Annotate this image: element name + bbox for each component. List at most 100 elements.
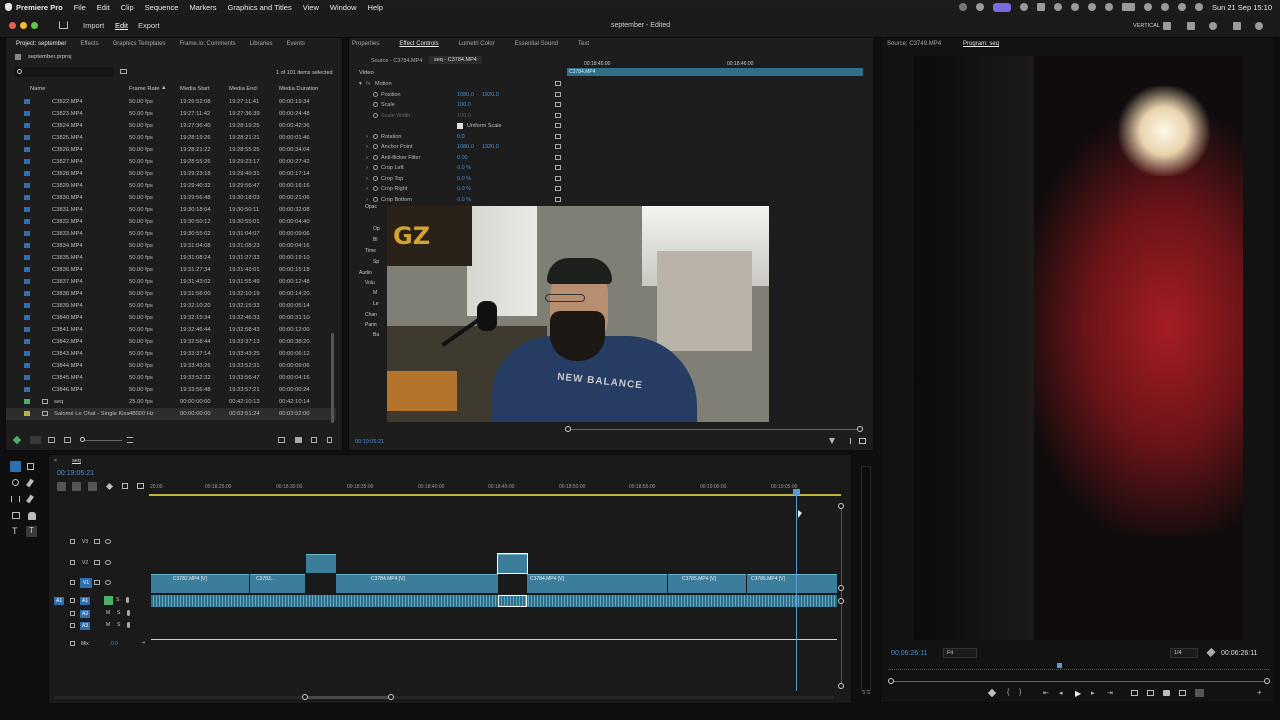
program-playhead-marker[interactable]	[1057, 663, 1062, 668]
nav-import[interactable]: Import	[83, 21, 104, 30]
param-value-1[interactable]: 0.0	[457, 134, 465, 140]
label-color-swatch[interactable]	[24, 135, 30, 140]
expand-chevron-icon[interactable]: ›	[366, 155, 368, 161]
label-color-swatch[interactable]	[24, 195, 30, 200]
reset-icon[interactable]	[555, 186, 561, 191]
label-color-swatch[interactable]	[24, 183, 30, 188]
param-value-1[interactable]: 0.0 %	[457, 176, 471, 182]
add-button-icon[interactable]: +	[1257, 688, 1262, 697]
camera-icon[interactable]	[1163, 690, 1170, 696]
clip-v1-6[interactable]: C3786.MP4 [V]	[747, 574, 837, 593]
mute-button[interactable]	[104, 596, 113, 605]
hand-tool-icon[interactable]	[28, 512, 36, 520]
speed-label[interactable]: Sp	[373, 259, 379, 265]
mark-out-icon[interactable]: }	[1019, 689, 1021, 696]
param-value-1[interactable]: 0.0 %	[457, 186, 471, 192]
play-button[interactable]: ▶	[1075, 689, 1081, 698]
project-row[interactable]: C3830.MP4 50.00 fps 19:29:56:48 19:30:18:03…	[6, 192, 336, 204]
filter-icon[interactable]	[829, 438, 835, 444]
lock-icon[interactable]	[70, 560, 75, 565]
track-v2-label[interactable]: V2	[82, 560, 88, 566]
caption-tool-icon[interactable]: T	[26, 526, 37, 537]
vscroll-handle-bottom[interactable]	[838, 683, 844, 689]
screen-share-icon[interactable]	[992, 2, 1011, 12]
close-button[interactable]	[9, 22, 16, 29]
display-icon[interactable]	[1036, 3, 1045, 11]
mute-button[interactable]: M	[106, 610, 110, 616]
track-v3-label[interactable]: V3	[82, 539, 88, 545]
lift-icon[interactable]	[1131, 690, 1138, 696]
level-label[interactable]: Le	[373, 301, 379, 307]
effect-param-row[interactable]: Position 1080.0 1920.0	[359, 90, 564, 101]
stopwatch-icon[interactable]	[373, 133, 378, 139]
zoom-slider-handle[interactable]	[80, 437, 85, 442]
settings-icon[interactable]	[1255, 22, 1263, 30]
tab-lumetri[interactable]: Lumetri Color	[459, 41, 495, 47]
reset-icon[interactable]	[555, 175, 561, 181]
project-row[interactable]: C3843.MP4 50.00 fps 19:33:37:14 19:33:43:25…	[6, 348, 336, 360]
source-scrub-in[interactable]	[565, 426, 571, 432]
label-color-swatch[interactable]	[24, 411, 30, 416]
label-color-swatch[interactable]	[24, 111, 30, 116]
col-media-duration[interactable]: Media Duration	[279, 86, 318, 92]
project-row[interactable]: C3838.MP4 50.00 fps 19:31:56:00 19:32:10:19…	[6, 288, 336, 300]
label-color-swatch[interactable]	[24, 315, 30, 320]
project-row[interactable]: seq 25.00 fps 00:00:00:00 00:42:10:13 00:42:…	[6, 396, 336, 408]
mute-label[interactable]: M	[373, 290, 377, 296]
playhead[interactable]	[796, 491, 797, 691]
col-frame-rate[interactable]: Frame Rate	[129, 86, 160, 92]
track-a2-label[interactable]: A2	[80, 610, 91, 618]
icon-view-icon[interactable]	[48, 437, 55, 443]
ec-timecode[interactable]: 00:19:05:21	[355, 439, 384, 445]
clip-v1-2[interactable]: C3783...	[250, 574, 305, 593]
program-video-frame[interactable]	[914, 56, 1243, 640]
eye-icon[interactable]	[105, 560, 111, 565]
label-color-swatch[interactable]	[24, 243, 30, 248]
export-frame-icon[interactable]	[859, 438, 866, 444]
source-clip-label[interactable]: Source - C3784.MP4	[371, 58, 422, 64]
hscroll-thumb[interactable]	[305, 696, 391, 699]
list-view-icon[interactable]	[30, 436, 41, 444]
label-color-swatch[interactable]	[24, 279, 30, 284]
fit-dropdown[interactable]: Fit	[943, 648, 977, 658]
effect-param-row[interactable]: Crop Bottom 0.0 % ›	[359, 195, 564, 206]
param-value-1[interactable]: 1080.0	[457, 144, 474, 150]
reset-icon[interactable]	[555, 112, 561, 118]
quick-export-icon[interactable]	[1209, 22, 1217, 30]
project-row[interactable]: Salomé Le Chat - Single Kiss 48000 Hz 00:0…	[6, 408, 336, 420]
step-forward-icon[interactable]: ▸	[1091, 689, 1095, 697]
project-row[interactable]: C3831.MP4 50.00 fps 19:30:18:04 19:30:50:11…	[6, 204, 336, 216]
lock-icon[interactable]	[70, 611, 75, 616]
clip-v1-1[interactable]: C3782.MP4 [V]	[151, 574, 249, 593]
project-row[interactable]: C3835.MP4 50.00 fps 19:31:08:24 19:31:27:33…	[6, 252, 336, 264]
expand-chevron-icon[interactable]: ›	[366, 144, 368, 150]
workspace-label[interactable]: VERTICAL	[1133, 23, 1160, 29]
wrench-icon[interactable]	[1206, 647, 1216, 658]
lock-icon[interactable]	[70, 580, 75, 585]
fullscreen-icon[interactable]	[1233, 22, 1241, 30]
mark-in-icon[interactable]: {	[1007, 689, 1009, 696]
project-row[interactable]: C3846.MP4 50.00 fps 19:33:56:48 19:33:57:21…	[6, 384, 336, 396]
safe-margins-icon[interactable]	[1195, 689, 1204, 697]
sort-icon[interactable]	[127, 437, 133, 443]
param-value-1[interactable]: 100.0	[457, 102, 471, 108]
snap-icon[interactable]	[72, 482, 81, 491]
tab-project[interactable]: Project: september	[16, 41, 66, 47]
stopwatch-icon[interactable]	[373, 196, 378, 202]
project-row[interactable]: C3823.MP4 50.00 fps 19:27:11:42 19:27:36:39…	[6, 108, 336, 120]
label-color-swatch[interactable]	[24, 231, 30, 236]
timeline-hscroll[interactable]	[54, 696, 834, 699]
selection-tool-icon[interactable]	[10, 461, 21, 472]
clip-v2-b[interactable]	[497, 553, 528, 574]
timeline-tab[interactable]: seq	[72, 458, 81, 464]
stopwatch-icon[interactable]	[373, 91, 378, 97]
lock-icon[interactable]	[70, 539, 75, 544]
comparison-view-icon[interactable]	[1179, 690, 1186, 696]
tab-effects[interactable]: Effects	[80, 41, 98, 47]
balance-label[interactable]: Ba	[373, 332, 379, 338]
go-to-in-icon[interactable]: ⇤	[1043, 689, 1049, 697]
stopwatch-icon[interactable]	[373, 154, 378, 160]
trash-icon[interactable]	[327, 437, 332, 443]
vscroll-handle-mid1[interactable]	[838, 585, 844, 591]
reset-icon[interactable]	[555, 123, 561, 128]
